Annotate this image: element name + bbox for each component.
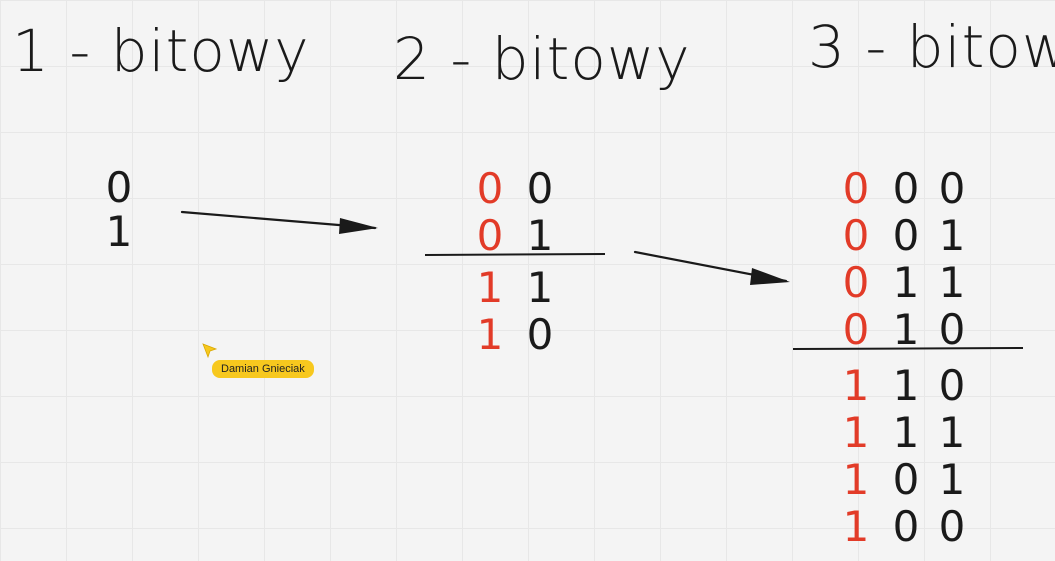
prefix-bit: 1 xyxy=(842,408,870,457)
two-bit-row: 1 1 xyxy=(472,257,558,309)
three-bit-column: 0 0 0 0 0 1 0 1 1 0 1 0 1 1 0 1 1 1 1 0 … xyxy=(838,163,970,548)
bit-digit: 1 xyxy=(526,211,554,260)
bit-digit: 0 xyxy=(892,211,920,260)
arrowhead-1-to-2 xyxy=(339,218,378,234)
bit-digit: 1 xyxy=(892,305,920,354)
three-bit-row: 0 0 1 xyxy=(838,210,970,257)
three-bit-row: 0 1 1 xyxy=(838,257,970,304)
three-bit-row: 0 0 0 xyxy=(838,163,970,210)
bit-digit: 0 xyxy=(892,502,920,551)
title-3-bit: 3 - bitowy xyxy=(808,13,1055,81)
bit-digit: 1 xyxy=(892,361,920,410)
three-bit-row: 1 1 0 xyxy=(838,351,970,407)
collaborator-cursor-icon xyxy=(202,343,218,359)
bit-digit: 1 xyxy=(526,263,554,312)
bit-digit: 0 xyxy=(892,164,920,213)
bit-digit: 0 xyxy=(526,310,554,359)
bit-digit: 0 xyxy=(526,164,554,213)
prefix-bit: 1 xyxy=(842,455,870,504)
bit-digit: 1 xyxy=(892,408,920,457)
prefix-bit: 1 xyxy=(842,502,870,551)
bit-digit: 1 xyxy=(938,455,966,504)
prefix-bit: 0 xyxy=(476,164,504,213)
bit-digit: 1 xyxy=(892,258,920,307)
bit-digit: 0 xyxy=(938,361,966,410)
arrowhead-2-to-3 xyxy=(750,268,790,285)
three-bit-row: 1 1 1 xyxy=(838,407,970,454)
arrow-1-to-2 xyxy=(180,210,377,230)
title-1-bit: 1 - bitowy xyxy=(12,17,310,85)
prefix-bit: 0 xyxy=(476,211,504,260)
prefix-bit: 1 xyxy=(842,361,870,410)
two-bit-row: 0 1 xyxy=(472,210,558,257)
bit-digit: 1 xyxy=(938,258,966,307)
one-bit-row: 1 xyxy=(104,209,134,253)
prefix-bit: 1 xyxy=(476,310,504,359)
three-bit-row: 0 1 0 xyxy=(838,304,970,351)
arrow-2-to-3 xyxy=(633,250,788,283)
two-bit-column: 0 0 0 1 1 1 1 0 xyxy=(472,163,558,356)
bit-digit: 0 xyxy=(938,502,966,551)
two-bit-row: 1 0 xyxy=(472,309,558,356)
bit-digit: 0 xyxy=(938,305,966,354)
prefix-bit: 0 xyxy=(842,211,870,260)
two-bit-row: 0 0 xyxy=(472,163,558,210)
bit-digit: 1 xyxy=(938,211,966,260)
three-bit-row: 1 0 0 xyxy=(838,501,970,548)
collaborator-name-badge: Damian Gnieciak xyxy=(212,360,314,378)
bit-digit: 1 xyxy=(105,207,133,256)
bit-digit: 0 xyxy=(105,163,133,212)
prefix-bit: 1 xyxy=(476,263,504,312)
title-2-bit: 2 - bitowy xyxy=(393,25,691,93)
one-bit-column: 0 1 xyxy=(104,165,134,253)
three-bit-row: 1 0 1 xyxy=(838,454,970,501)
prefix-bit: 0 xyxy=(842,305,870,354)
bit-digit: 0 xyxy=(938,164,966,213)
bit-digit: 0 xyxy=(892,455,920,504)
bit-digit: 1 xyxy=(938,408,966,457)
prefix-bit: 0 xyxy=(842,258,870,307)
one-bit-row: 0 xyxy=(104,165,134,209)
prefix-bit: 0 xyxy=(842,164,870,213)
